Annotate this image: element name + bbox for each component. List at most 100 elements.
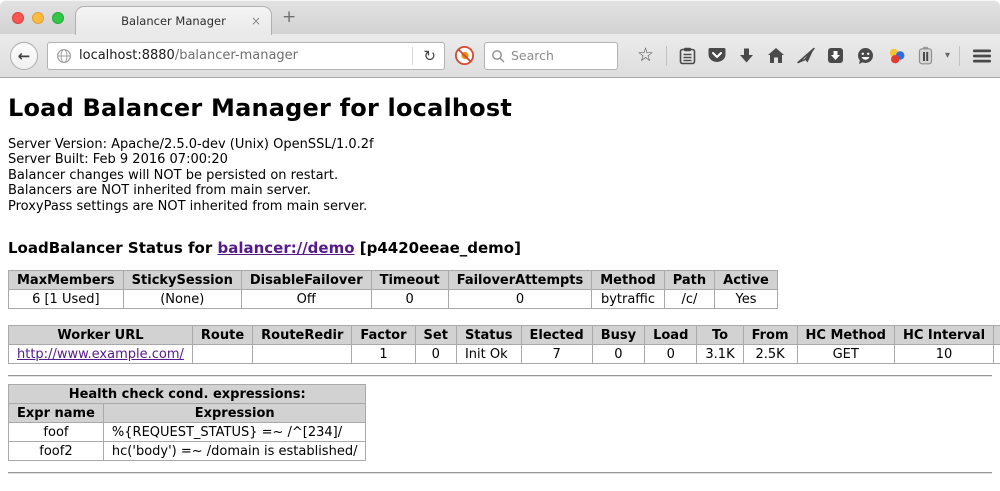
page-title: Load Balancer Manager for localhost: [8, 78, 1000, 122]
color-dots-icon[interactable]: [887, 45, 906, 67]
server-info: Server Version: Apache/2.5.0-dev (Unix) …: [8, 137, 1000, 214]
tab-bar: Balancer Manager × +: [0, 0, 1000, 34]
col-disablefailover: DisableFailover: [241, 271, 371, 290]
send-plane-icon[interactable]: [797, 45, 815, 67]
url-bar[interactable]: localhost:8880/balancer-manager ↻: [47, 42, 445, 70]
balancer-header-row: MaxMembers StickySession DisableFailover…: [9, 271, 778, 290]
section-divider: [8, 375, 992, 377]
cell-expression-foof: %{REQUEST_STATUS} =~ /^[234]/: [103, 423, 366, 442]
col-from: From: [743, 326, 797, 345]
hc-table-title: Health check cond. expressions:: [9, 385, 366, 404]
window-controls: [12, 12, 64, 24]
toolbar-divider-right: [959, 46, 960, 66]
cell-timeout: 0: [371, 290, 448, 309]
balancer-settings-table: MaxMembers StickySession DisableFailover…: [8, 270, 778, 309]
search-icon: [491, 49, 505, 63]
zoom-window-button[interactable]: [52, 12, 64, 24]
battery-container-icon[interactable]: [918, 45, 933, 67]
browser-chrome: Balancer Manager × + ← localhost:8880/ba…: [0, 0, 1000, 78]
balancers-note-line: Balancers are NOT inherited from main se…: [8, 183, 1000, 198]
col-expression: Expression: [103, 404, 366, 423]
cell-set: 0: [415, 345, 456, 364]
col-timeout: Timeout: [371, 271, 448, 290]
home-icon[interactable]: [767, 45, 785, 67]
col-route: Route: [192, 326, 252, 345]
worker-data-row: http://www.example.com/ 1 0 Init Ok 7 0 …: [9, 345, 1000, 364]
cell-passes: 1 (0): [994, 345, 1000, 364]
search-bar[interactable]: [484, 42, 618, 70]
globe-icon: [56, 48, 72, 64]
toolbar-icons: ☆: [637, 45, 950, 67]
blocked-plugin-icon: [454, 45, 475, 66]
cell-factor: 1: [352, 345, 415, 364]
col-passes: Passes: [994, 326, 1000, 345]
col-status: Status: [456, 326, 521, 345]
cell-failoverattempts: 0: [448, 290, 592, 309]
cell-worker-url: http://www.example.com/: [9, 345, 193, 364]
cell-route: [192, 345, 252, 364]
hc-row-foof2: foof2 hc('body') =~ /domain is establish…: [9, 442, 366, 461]
page-content: Load Balancer Manager for localhost Serv…: [0, 78, 1000, 474]
cell-load: 0: [645, 345, 697, 364]
cell-path: /c/: [664, 290, 714, 309]
col-set: Set: [415, 326, 456, 345]
url-text[interactable]: localhost:8880/balancer-manager: [79, 48, 406, 63]
cell-expr-name-foof2: foof2: [9, 442, 104, 461]
clipboard-icon[interactable]: [679, 45, 696, 67]
server-version-line: Server Version: Apache/2.5.0-dev (Unix) …: [8, 137, 1000, 152]
minimize-window-button[interactable]: [32, 12, 44, 24]
worker-status-table: Worker URL Route RouteRedir Factor Set S…: [8, 325, 1000, 364]
cell-hc-interval: 10: [894, 345, 993, 364]
cell-elected: 7: [521, 345, 592, 364]
feedback-smiley-icon[interactable]: [856, 45, 875, 67]
pocket-icon[interactable]: [708, 45, 726, 67]
loadbalancer-status-heading: LoadBalancer Status for balancer://demo …: [8, 239, 1000, 257]
back-arrow-icon: ←: [18, 47, 31, 65]
save-to-box-icon[interactable]: [827, 45, 844, 67]
cell-busy: 0: [592, 345, 644, 364]
url-divider: [412, 47, 413, 65]
cell-hc-method: GET: [797, 345, 894, 364]
new-tab-button[interactable]: +: [282, 9, 296, 26]
cell-status: Init Ok: [456, 345, 521, 364]
cell-active: Yes: [715, 290, 778, 309]
col-active: Active: [715, 271, 778, 290]
back-button[interactable]: ←: [10, 42, 38, 70]
url-host: localhost:8880: [79, 48, 175, 63]
cell-routeredir: [253, 345, 352, 364]
hc-title-row: Health check cond. expressions:: [9, 385, 366, 404]
status-heading-prefix: LoadBalancer Status for: [8, 239, 217, 257]
menu-hamburger-icon[interactable]: [972, 45, 992, 67]
worker-url-link[interactable]: http://www.example.com/: [17, 347, 184, 362]
col-path: Path: [664, 271, 714, 290]
bottom-divider: [8, 472, 992, 474]
search-input[interactable]: [511, 48, 601, 63]
close-window-button[interactable]: [12, 12, 24, 24]
col-failoverattempts: FailoverAttempts: [448, 271, 592, 290]
toolbar-divider: [666, 46, 667, 66]
tab-balancer-manager[interactable]: Balancer Manager ×: [75, 6, 272, 35]
cell-method: bytraffic: [592, 290, 664, 309]
download-icon[interactable]: [738, 45, 755, 67]
bookmark-star-icon[interactable]: ☆: [637, 45, 654, 67]
server-built-line: Server Built: Feb 9 2016 07:00:20: [8, 152, 1000, 167]
col-load: Load: [645, 326, 697, 345]
cell-stickysession: (None): [123, 290, 241, 309]
col-worker-url: Worker URL: [9, 326, 193, 345]
hc-row-foof: foof %{REQUEST_STATUS} =~ /^[234]/: [9, 423, 366, 442]
reload-button[interactable]: ↻: [419, 47, 440, 65]
content-blocked-button[interactable]: [454, 45, 475, 66]
col-busy: Busy: [592, 326, 644, 345]
col-routeredir: RouteRedir: [253, 326, 352, 345]
col-factor: Factor: [352, 326, 415, 345]
overflow-caret-icon[interactable]: ▾: [945, 45, 950, 67]
col-stickysession: StickySession: [123, 271, 241, 290]
tab-close-icon[interactable]: ×: [251, 14, 261, 28]
health-check-expressions-table: Health check cond. expressions: Expr nam…: [8, 384, 366, 461]
cell-expression-foof2: hc('body') =~ /domain is established/: [103, 442, 366, 461]
navigation-toolbar: ← localhost:8880/balancer-manager ↻: [0, 34, 1000, 78]
col-method: Method: [592, 271, 664, 290]
toolbar-right-group: [959, 45, 1000, 67]
balancer-demo-link[interactable]: balancer://demo: [217, 239, 354, 257]
persist-note-line: Balancer changes will NOT be persisted o…: [8, 168, 1000, 183]
